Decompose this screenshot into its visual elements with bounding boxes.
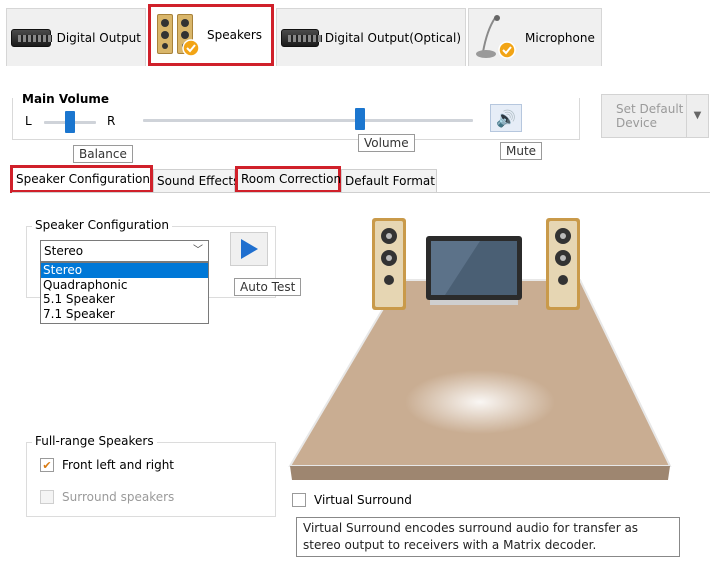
device-tab-speakers[interactable]: Speakers (148, 4, 274, 66)
front-left-right-checkbox-row[interactable]: ✔ Front left and right (40, 458, 174, 472)
chevron-down-icon[interactable]: ▼ (686, 95, 708, 137)
surround-speakers-label: Surround speakers (62, 490, 175, 504)
device-tab-label: Microphone (525, 30, 595, 45)
balance-right-label: R (107, 114, 116, 128)
virtual-surround-label: Virtual Surround (314, 493, 412, 507)
sub-tab-bar: Speaker Configuration Sound Effects Room… (10, 165, 710, 193)
balance-tooltip: Balance (73, 145, 133, 163)
device-tab-optical-output[interactable]: Digital Output(Optical) (276, 8, 466, 66)
front-left-right-checkbox[interactable]: ✔ (40, 458, 54, 472)
play-icon (241, 239, 258, 259)
main-volume-title: Main Volume (22, 92, 110, 106)
tab-speaker-configuration[interactable]: Speaker Configuration (10, 165, 153, 193)
full-range-speakers-group (26, 442, 276, 517)
balance-left-label: L (25, 114, 32, 128)
dropdown-option-stereo[interactable]: Stereo (41, 263, 208, 278)
volume-slider-track[interactable] (143, 119, 473, 122)
speaker-config-selected-value: Stereo (44, 244, 84, 258)
optical-output-device-icon (281, 28, 322, 47)
speaker-config-select[interactable]: Stereo ﹀ (40, 240, 209, 262)
mute-button[interactable]: 🔊 (490, 104, 522, 132)
tab-default-format[interactable]: Default Format (341, 169, 437, 193)
tab-room-correction[interactable]: Room Correction (235, 166, 341, 193)
speaker-config-group-title: Speaker Configuration (32, 218, 173, 232)
set-default-device-button[interactable]: Set Default Device ▼ (601, 94, 709, 138)
speaker-room-illustration (288, 218, 672, 480)
virtual-surround-checkbox[interactable] (292, 493, 306, 507)
device-tab-label: Digital Output(Optical) (324, 30, 461, 45)
tab-sound-effects[interactable]: Sound Effects (153, 169, 239, 193)
surround-speakers-checkbox[interactable] (40, 490, 54, 504)
right-speaker-icon (546, 218, 580, 310)
volume-tooltip: Volume (358, 134, 415, 152)
balance-slider-thumb[interactable] (65, 111, 75, 133)
chevron-down-icon: ﹀ (193, 245, 203, 256)
virtual-surround-checkbox-row[interactable]: Virtual Surround (292, 493, 412, 507)
full-range-group-title: Full-range Speakers (32, 434, 157, 448)
digital-output-device-icon (11, 28, 52, 47)
dropdown-option-5-1[interactable]: 5.1 Speaker (41, 292, 208, 307)
device-tab-bar: Digital Output Speakers Digital Output(O… (0, 0, 710, 72)
mute-tooltip: Mute (500, 142, 543, 160)
device-tab-label: Digital Output (56, 30, 141, 45)
volume-slider-thumb[interactable] (355, 108, 365, 130)
speaker-config-dropdown: Stereo Quadraphonic 5.1 Speaker 7.1 Spea… (40, 262, 209, 324)
microphone-icon (473, 12, 519, 63)
device-tab-microphone[interactable]: Microphone (468, 8, 602, 66)
device-tab-digital-output[interactable]: Digital Output (6, 8, 146, 66)
surround-speakers-checkbox-row[interactable]: Surround speakers (40, 490, 174, 504)
device-tab-label: Speakers (207, 28, 263, 42)
front-left-right-label: Front left and right (62, 458, 175, 472)
auto-test-button[interactable] (230, 232, 268, 266)
speakers-icon (155, 10, 201, 61)
speaker-volume-icon: 🔊 (496, 108, 516, 128)
virtual-surround-tooltip: Virtual Surround encodes surround audio … (296, 517, 680, 557)
dropdown-option-7-1[interactable]: 7.1 Speaker (41, 307, 208, 322)
dropdown-option-quadraphonic[interactable]: Quadraphonic (41, 278, 208, 293)
tv-icon (426, 236, 522, 305)
left-speaker-icon (372, 218, 406, 310)
